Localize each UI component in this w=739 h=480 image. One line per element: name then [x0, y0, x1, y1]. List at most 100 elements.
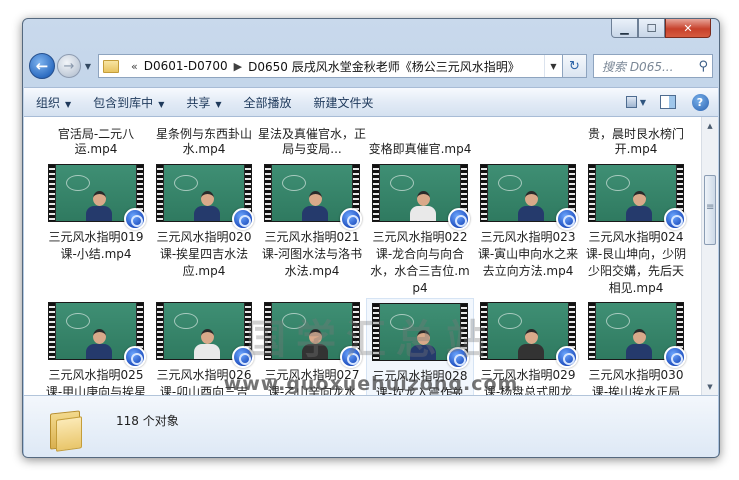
- media-player-icon: [556, 208, 578, 230]
- explorer-window: ▁ ☐ ✕ ← → ▼ « D0601-D0700 ▶ D0650 辰戌风水堂金…: [22, 18, 720, 458]
- file-item[interactable]: 三元风水指明025课-甲山庚向与挨星: [42, 298, 150, 395]
- help-icon: ?: [691, 93, 709, 111]
- recent-pages-dropdown[interactable]: ▼: [82, 62, 94, 71]
- lecture-frame: [272, 303, 352, 359]
- breadcrumb-overflow-icon[interactable]: «: [131, 60, 138, 73]
- list-item[interactable]: 星条例与东西卦山水.mp4: [150, 117, 258, 157]
- file-list[interactable]: 官活局-二元八运.mp4 星条例与东西卦山水.mp4 星法及真催官水，正局与变局…: [24, 117, 718, 395]
- filmstrip-edge: [265, 303, 271, 359]
- maximize-button[interactable]: ☐: [638, 19, 665, 38]
- breadcrumb-separator-icon[interactable]: ▶: [234, 60, 242, 73]
- preview-pane-icon: [660, 95, 676, 109]
- change-view-button[interactable]: ▼: [626, 93, 646, 111]
- file-name: 三元风水指明023课-寅山申向水之来去立向方法.mp4: [477, 230, 579, 278]
- media-player-icon: [340, 208, 362, 230]
- media-player-icon: [664, 346, 686, 368]
- filmstrip-edge: [589, 165, 595, 221]
- presenter: [194, 191, 220, 221]
- breadcrumb-item[interactable]: D0601-D0700: [144, 59, 228, 73]
- presenter: [86, 191, 112, 221]
- chevron-down-icon: ▼: [158, 99, 165, 109]
- file-item[interactable]: 三元风水指明026课-卯山酉向三吉: [150, 298, 258, 395]
- file-item[interactable]: 三元风水指明028课-坎龙入震作兑: [366, 298, 474, 395]
- forward-button[interactable]: →: [57, 54, 81, 78]
- scroll-down-icon[interactable]: ▼: [702, 378, 718, 395]
- refresh-icon: ↻: [569, 58, 580, 74]
- preview-pane-button[interactable]: [658, 93, 678, 111]
- media-player-icon: [447, 347, 469, 369]
- list-item[interactable]: [474, 117, 582, 157]
- presenter: [626, 329, 652, 359]
- presenter: [626, 191, 652, 221]
- file-item[interactable]: 三元风水指明021课-河图水法与洛书水法.mp4: [258, 160, 366, 294]
- address-dropdown[interactable]: ▼: [544, 55, 562, 77]
- breadcrumb-item[interactable]: D0650 辰戌风水堂金秋老师《杨公三元风水指明》: [248, 58, 520, 75]
- file-item[interactable]: 三元风水指明019课-小结.mp4: [42, 160, 150, 294]
- file-name: 三元风水指明019课-小结.mp4: [48, 230, 144, 261]
- media-player-icon: [340, 346, 362, 368]
- media-player-icon: [556, 346, 578, 368]
- file-item[interactable]: 三元风水指明030课-挨山挨水正局: [582, 298, 690, 395]
- file-item[interactable]: 三元风水指明020课-挨星四吉水法应.mp4: [150, 160, 258, 294]
- file-name: 三元风水指明026课-卯山酉向三吉: [156, 368, 252, 395]
- help-button[interactable]: ?: [690, 93, 710, 111]
- file-name: 三元风水指明029课-杨盘总式即龙: [480, 368, 576, 395]
- include-in-library-menu[interactable]: 包含到库中 ▼: [93, 94, 164, 111]
- play-all-button[interactable]: 全部播放: [244, 94, 292, 111]
- arrow-right-icon: →: [63, 58, 75, 74]
- new-folder-button[interactable]: 新建文件夹: [314, 94, 374, 111]
- media-player-icon: [664, 208, 686, 230]
- scroll-up-icon[interactable]: ▲: [702, 117, 718, 134]
- scroll-thumb[interactable]: [704, 175, 716, 245]
- chevron-down-icon: ▼: [639, 97, 646, 107]
- lecture-frame: [56, 303, 136, 359]
- close-button[interactable]: ✕: [665, 19, 711, 38]
- arrow-left-icon: ←: [35, 57, 49, 75]
- file-name: 三元风水指明024课-艮山坤向，少阴少阳交媾，先后天相见.mp4: [585, 230, 687, 295]
- file-grid: 三元风水指明019课-小结.mp4 三元风水指明020课-挨星四吉水法应.mp4 三…: [42, 160, 690, 395]
- list-item[interactable]: 贵，晨时艮水榜门开.mp4: [582, 117, 690, 157]
- filmstrip-edge: [157, 303, 163, 359]
- address-bar[interactable]: « D0601-D0700 ▶ D0650 辰戌风水堂金秋老师《杨公三元风水指明…: [98, 54, 563, 78]
- presenter: [410, 191, 436, 221]
- list-item[interactable]: 官活局-二元八运.mp4: [42, 117, 150, 157]
- caption-buttons: ▁ ☐ ✕: [611, 19, 711, 38]
- back-button[interactable]: ←: [29, 53, 55, 79]
- media-player-icon: [448, 208, 470, 230]
- command-bar: 组织 ▼ 包含到库中 ▼ 共享 ▼ 全部播放 新建文件夹 ▼ ?: [24, 87, 718, 117]
- address-row: ← → ▼ « D0601-D0700 ▶ D0650 辰戌风水堂金秋老师《杨公…: [29, 52, 713, 80]
- file-item[interactable]: 三元风水指明023课-寅山申向水之来去立向方法.mp4: [474, 160, 582, 294]
- share-menu[interactable]: 共享 ▼: [186, 94, 221, 111]
- lecture-frame: [164, 165, 244, 221]
- file-item[interactable]: 三元风水指明027课-乙山辛向龙水: [258, 298, 366, 395]
- file-name: 三元风水指明027课-乙山辛向龙水: [264, 368, 360, 395]
- file-name: 三元风水指明028课-坎龙入震作兑: [372, 369, 468, 395]
- list-item[interactable]: 变格即真催官.mp4: [366, 117, 474, 157]
- filmstrip-edge: [49, 165, 55, 221]
- minimize-button[interactable]: ▁: [611, 19, 638, 38]
- refresh-button[interactable]: ↻: [563, 54, 587, 78]
- toolbar-right: ▼ ?: [614, 93, 710, 111]
- list-item[interactable]: 星法及真催官水，正局与变局...: [258, 117, 366, 157]
- presenter: [302, 329, 328, 359]
- vertical-scrollbar[interactable]: ▲ ▼: [701, 117, 718, 395]
- file-item[interactable]: 三元风水指明029课-杨盘总式即龙: [474, 298, 582, 395]
- filmstrip-edge: [481, 303, 487, 359]
- presenter: [518, 329, 544, 359]
- presenter: [410, 330, 436, 360]
- media-player-icon: [232, 346, 254, 368]
- chevron-down-icon: ▼: [65, 99, 72, 109]
- media-player-icon: [232, 208, 254, 230]
- file-item[interactable]: 三元风水指明022课-龙合向与向合水，水合三吉位.mp4: [366, 160, 474, 295]
- organize-menu[interactable]: 组织 ▼: [36, 94, 71, 111]
- lecture-frame: [164, 303, 244, 359]
- search-input[interactable]: 搜索 D065... ⚲: [593, 54, 713, 78]
- view-icon: [626, 96, 637, 108]
- file-item[interactable]: 三元风水指明024课-艮山坤向，少阴少阳交媾，先后天相见.mp4: [582, 160, 690, 295]
- filmstrip-edge: [265, 165, 271, 221]
- file-name: 三元风水指明020课-挨星四吉水法应.mp4: [156, 230, 252, 278]
- lecture-frame: [380, 165, 460, 221]
- lecture-frame: [596, 165, 676, 221]
- presenter: [86, 329, 112, 359]
- filmstrip-edge: [373, 165, 379, 221]
